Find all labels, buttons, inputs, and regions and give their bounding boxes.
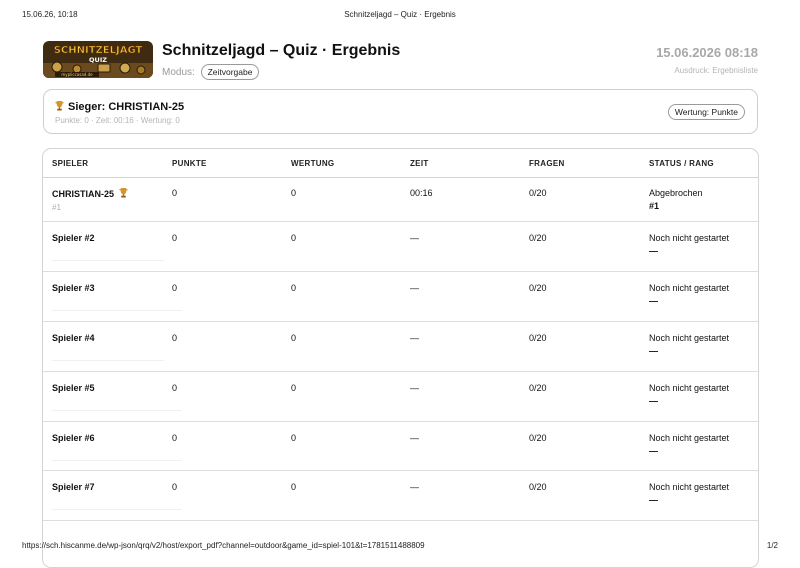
rank-cell: — xyxy=(649,246,658,256)
rating-cell: 0 xyxy=(291,383,297,393)
row-divider xyxy=(52,260,164,261)
points-cell: 0 xyxy=(172,383,178,393)
rating-cell: 0 xyxy=(291,433,297,443)
print-document-title: Schnitzeljagd – Quiz · Ergebnis xyxy=(344,10,456,19)
status-cell: Noch nicht gestartet xyxy=(649,482,730,492)
logo-line2: QUIZ xyxy=(89,56,107,64)
player-name: Spieler #2 xyxy=(52,233,95,243)
print-url: https://sch.hiscanme.de/wp-json/qrq/v2/h… xyxy=(22,541,425,550)
questions-cell: 0/20 xyxy=(529,482,547,492)
points-cell: 0 xyxy=(172,482,178,492)
points-cell: 0 xyxy=(172,188,178,198)
row-divider xyxy=(52,360,164,361)
time-cell: — xyxy=(410,233,419,243)
table-row: Spieler #2 0 0 — 0/20 Noch nicht gestart… xyxy=(43,222,758,272)
column-header-player: SPIELER xyxy=(52,159,89,168)
points-cell: 0 xyxy=(172,433,178,443)
row-divider xyxy=(52,410,182,411)
print-header: 15.06.26, 10:18 Schnitzeljagd – Quiz · E… xyxy=(0,10,800,24)
results-table: SPIELER PUNKTE WERTUNG ZEIT FRAGEN STATU… xyxy=(42,148,759,568)
player-name: Spieler #5 xyxy=(52,383,95,393)
player-name: Spieler #3 xyxy=(52,283,95,293)
questions-cell: 0/20 xyxy=(529,233,547,243)
report-datetime: 15.06.2026 08:18 xyxy=(656,45,758,60)
table-row: CHRISTIAN-25 #1 0 0 00:16 0/20 Abgebroch… xyxy=(43,177,758,222)
status-cell: Abgebrochen xyxy=(649,188,703,198)
player-name: CHRISTIAN-25 xyxy=(52,189,115,199)
player-position: #1 xyxy=(52,203,61,212)
time-cell: — xyxy=(410,482,419,492)
rank-cell: — xyxy=(649,396,658,406)
rating-cell: 0 xyxy=(291,233,297,243)
time-cell: 00:16 xyxy=(410,188,433,198)
table-row: Spieler #3 0 0 — 0/20 Noch nicht gestart… xyxy=(43,272,758,322)
table-row: Spieler #5 0 0 — 0/20 Noch nicht gestart… xyxy=(43,372,758,422)
time-cell: — xyxy=(410,333,419,343)
mode-label: Modus: xyxy=(162,66,195,78)
rank-cell: — xyxy=(649,446,658,456)
rating-cell: 0 xyxy=(291,283,297,293)
rating-cell: 0 xyxy=(291,482,297,492)
row-divider xyxy=(52,460,182,461)
row-divider xyxy=(52,509,182,510)
player-name: Spieler #7 xyxy=(52,482,95,492)
trophy-icon xyxy=(55,101,64,111)
questions-cell: 0/20 xyxy=(529,383,547,393)
trophy-icon xyxy=(119,188,128,198)
logo: SCHNITZELJAGT QUIZ mypliccasad.de xyxy=(43,41,153,78)
points-cell: 0 xyxy=(172,333,178,343)
questions-cell: 0/20 xyxy=(529,283,547,293)
winner-card: Sieger: CHRISTIAN-25 Punkte: 0 · Zeit: 0… xyxy=(43,89,758,134)
table-row: Spieler #7 0 0 — 0/20 Noch nicht gestart… xyxy=(43,471,758,521)
row-divider xyxy=(52,310,182,311)
status-cell: Noch nicht gestartet xyxy=(649,433,730,443)
status-cell: Noch nicht gestartet xyxy=(649,333,730,343)
points-cell: 0 xyxy=(172,283,178,293)
time-cell: — xyxy=(410,283,419,293)
page-number: 1/2 xyxy=(766,541,778,550)
print-footer: https://sch.hiscanme.de/wp-json/qrq/v2/h… xyxy=(0,541,800,555)
mode-row: Modus: Zeitvorgabe xyxy=(162,64,260,80)
scoring-badge: Wertung: Punkte xyxy=(667,104,745,120)
column-header-questions: FRAGEN xyxy=(529,159,565,168)
table-header: SPIELER PUNKTE WERTUNG ZEIT FRAGEN STATU… xyxy=(43,149,758,178)
column-header-time: ZEIT xyxy=(410,159,429,168)
player-name: Spieler #6 xyxy=(52,433,95,443)
winner-heading: Sieger: CHRISTIAN-25 xyxy=(55,101,184,113)
rank-cell: — xyxy=(649,296,658,306)
column-header-status: STATUS / RANG xyxy=(649,159,714,168)
mode-badge: Zeitvorgabe xyxy=(200,64,260,80)
table-row: Spieler #4 0 0 — 0/20 Noch nicht gestart… xyxy=(43,322,758,372)
points-cell: 0 xyxy=(172,233,178,243)
status-cell: Noch nicht gestartet xyxy=(649,283,730,293)
status-cell: Noch nicht gestartet xyxy=(649,383,730,393)
logo-image: SCHNITZELJAGT QUIZ mypliccasad.de xyxy=(43,41,153,78)
page-title: Schnitzeljagd – Quiz · Ergebnis xyxy=(162,42,401,59)
rank-cell: #1 xyxy=(649,201,660,211)
column-header-rating: WERTUNG xyxy=(291,159,335,168)
rating-cell: 0 xyxy=(291,188,297,198)
player-name: Spieler #4 xyxy=(52,333,95,343)
status-cell: Noch nicht gestartet xyxy=(649,233,730,243)
time-cell: — xyxy=(410,433,419,443)
rank-cell: — xyxy=(649,346,658,356)
time-cell: — xyxy=(410,383,419,393)
print-note: Ausdruck: Ergebnisliste xyxy=(674,66,758,75)
questions-cell: 0/20 xyxy=(529,333,547,343)
logo-line1: SCHNITZELJAGT xyxy=(54,45,143,56)
winner-title: Sieger: CHRISTIAN-25 xyxy=(68,101,185,113)
logo-url: mypliccasad.de xyxy=(61,72,93,77)
player-name-cell: CHRISTIAN-25 xyxy=(52,188,128,199)
questions-cell: 0/20 xyxy=(529,188,547,198)
column-header-points: PUNKTE xyxy=(172,159,207,168)
winner-meta: Punkte: 0 · Zeit: 00:16 · Wertung: 0 xyxy=(55,116,180,125)
rank-cell: — xyxy=(649,495,658,505)
rating-cell: 0 xyxy=(291,333,297,343)
questions-cell: 0/20 xyxy=(529,433,547,443)
table-row: Spieler #6 0 0 — 0/20 Noch nicht gestart… xyxy=(43,422,758,471)
